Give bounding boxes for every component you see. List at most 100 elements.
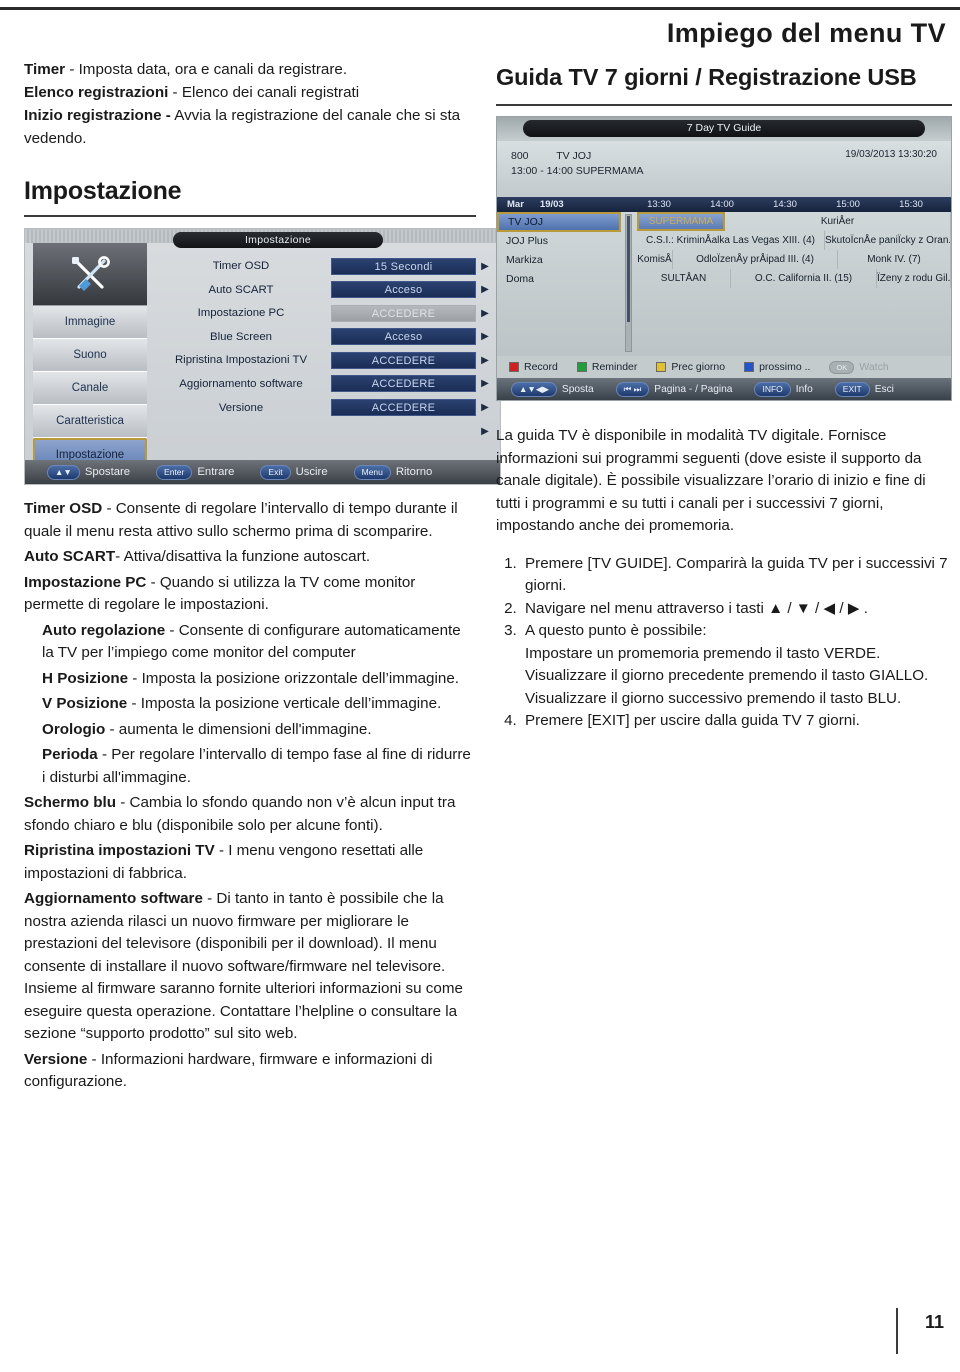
osd-setting-value[interactable]: ACCEDERE <box>331 399 476 417</box>
intro-item: Timer - Imposta data, ora e canali da re… <box>24 58 476 81</box>
osd-hint-label: Ritorno <box>395 466 433 478</box>
osd-title-bar: Impostazione <box>173 232 383 248</box>
epg-program-cell[interactable]: O.C. California II. (15) <box>731 269 877 288</box>
epg-legend-label: Watch <box>859 361 889 373</box>
osd-setting-row[interactable]: Timer OSD 15 Secondi ▶ <box>151 255 494 277</box>
osd-tab-caratteristica[interactable]: Caratteristica <box>33 405 147 438</box>
body-item: H Posizione - Imposta la posizione orizz… <box>42 668 476 691</box>
epg-program-grid: SUPERMAMA KuriÅer C.S.I.: KriminÅalka Las … <box>637 212 951 356</box>
body-item: Impostazione PC - Quando si utilizza la … <box>24 572 476 617</box>
epg-legend-watch: OK Watch <box>829 360 889 374</box>
chevron-right-icon: ▶ <box>481 307 489 319</box>
remote-key-badge: INFO <box>754 381 791 397</box>
body-item-term: Auto regolazione <box>42 621 166 639</box>
osd-setting-label: Aggiornamento software <box>179 377 303 390</box>
epg-program-cell[interactable]: Monk IV. (7) <box>838 250 951 269</box>
footer-divider <box>896 1308 898 1354</box>
section-divider-right <box>496 104 952 106</box>
osd-setting-row[interactable]: Ripristina Impostazioni TV ACCEDERE ▶ <box>151 349 494 371</box>
body-item-term: V Posizione <box>42 695 128 712</box>
epg-program-cell[interactable]: KuriÅer <box>725 212 951 231</box>
body-item-term: Perioda <box>42 746 98 763</box>
epg-hint-label: Esci <box>874 383 894 395</box>
color-swatch-icon <box>656 362 667 372</box>
osd-key-hints: ▲▼ Spostare Enter Entrare Exit Uscire Menu Rito… <box>25 460 500 484</box>
body-item-desc: - Attiva/disattiva la funzione autoscart… <box>115 548 371 565</box>
body-item: Perioda - Per regolare l’intervallo di t… <box>42 744 476 789</box>
step-item: Premere [TV GUIDE]. Comparirà la guida T… <box>521 553 952 598</box>
osd-setting-row[interactable]: Impostazione PC ACCEDERE ▶ <box>151 302 494 324</box>
epg-legend-label: Record <box>524 361 558 373</box>
osd-tab-list: Immagine Suono Canale Caratteristica Imposta… <box>33 306 147 472</box>
osd-setting-row[interactable]: Auto SCART Acceso ▶ <box>151 279 494 301</box>
chevron-right-icon: ▶ <box>481 354 489 366</box>
osd-tab-suono[interactable]: Suono <box>33 339 147 372</box>
remote-key-badge: Menu <box>353 464 391 480</box>
osd-setting-row[interactable]: Aggiornamento software ACCEDERE ▶ <box>151 373 494 395</box>
osd-setting-label: Auto SCART <box>208 283 274 296</box>
body-item-term: Schermo blu <box>24 794 116 811</box>
epg-scrollbar-thumb[interactable] <box>627 216 630 323</box>
osd-tab-canale[interactable]: Canale <box>33 372 147 405</box>
epg-channel-row[interactable]: TV JOJ <box>497 212 621 232</box>
osd-setting-label: Impostazione PC <box>197 307 285 320</box>
body-item-term: Orologio <box>42 720 106 738</box>
remote-key-badge: ⏮ ⏭ <box>615 381 650 397</box>
epg-program-cell[interactable]: SULTÅAN <box>637 269 731 288</box>
chevron-right-icon: ▶ <box>481 425 489 437</box>
body-item: Aggiornamento software - Di tanto in tan… <box>24 888 476 1046</box>
right-paragraph-block: La guida TV è disponibile in modalità TV… <box>496 425 952 538</box>
body-item: Ripristina impostazioni TV - I menu veng… <box>24 840 476 885</box>
epg-channel-row[interactable]: Doma <box>497 270 621 289</box>
step-item: Premere [EXIT] per uscire dalla guida TV… <box>521 710 952 733</box>
remote-key-badge: Exit <box>260 464 291 480</box>
epg-program-cell[interactable]: SkutoÏcnÅe paniÏcky z Oran. <box>825 231 951 250</box>
body-item-term: H Posizione <box>42 669 129 687</box>
body-item-desc: - Imposta la posizione verticale dell’im… <box>127 695 442 712</box>
osd-sidebar: Immagine Suono Canale Caratteristica Imposta… <box>33 243 147 472</box>
epg-legend-precgiorno: Prec giorno <box>656 361 725 373</box>
epg-hint-sposta: ▲▼◀▶ Sposta <box>511 381 594 397</box>
epg-program-cell[interactable]: SUPERMAMA <box>637 212 725 231</box>
epg-program-cell[interactable]: ÏZeny z rodu Gil. <box>877 269 951 288</box>
osd-setting-value[interactable]: Acceso <box>331 281 476 299</box>
epg-day-label: Mar 19/03 <box>507 199 564 210</box>
remote-key-badge: Enter <box>156 464 193 480</box>
chevron-right-icon: ▶ <box>481 260 489 272</box>
body-item-term: Versione <box>24 1050 88 1068</box>
osd-empty-value <box>331 423 476 440</box>
body-item-term: Timer OSD <box>24 500 103 517</box>
osd-setting-value[interactable]: ACCEDERE <box>331 375 476 393</box>
osd-setting-value[interactable]: 15 Secondi <box>331 257 476 275</box>
body-item: Versione - Informazioni hardware, firmwa… <box>24 1049 476 1094</box>
epg-scrollbar[interactable] <box>625 214 632 352</box>
epg-key-hints: ▲▼◀▶ Sposta ⏮ ⏭ Pagina - / Pagina INFO Info EX… <box>497 378 951 400</box>
epg-channel-row[interactable]: Markiza <box>497 251 621 270</box>
color-swatch-icon <box>576 362 587 372</box>
osd-hint-label: Entrare <box>197 466 235 478</box>
step-text: Navigare nel menu attraverso i tasti ▲ /… <box>525 599 868 617</box>
osd-setting-value[interactable]: Acceso <box>331 328 476 346</box>
intro-item-term: Elenco registrazioni <box>24 84 169 101</box>
osd-setting-row[interactable]: Versione ACCEDERE ▶ <box>151 396 494 418</box>
epg-info-panel: 800 TV JOJ 13:00 - 14:00 SUPERMAMA 19/03… <box>497 141 951 196</box>
osd-hint-uscire: Exit Uscire <box>260 464 328 480</box>
osd-setting-label: Timer OSD <box>212 260 270 273</box>
step-subline: Impostare un promemoria premendo il tast… <box>525 644 881 662</box>
body-item: Schermo blu - Cambia lo sfondo quando no… <box>24 792 476 837</box>
osd-hint-spostare: ▲▼ Spostare <box>47 464 130 480</box>
chevron-right-icon: ▶ <box>481 284 489 296</box>
intro-list: Timer - Imposta data, ora e canali da re… <box>24 58 476 150</box>
epg-program-cell[interactable]: KomisÅ <box>637 250 673 269</box>
osd-tab-immagine[interactable]: Immagine <box>33 306 147 339</box>
osd-setting-value[interactable]: ACCEDERE <box>331 304 476 322</box>
osd-setting-row[interactable]: Blue Screen Acceso ▶ <box>151 326 494 348</box>
epg-datetime: 19/03/2013 13:30:20 <box>845 149 937 160</box>
epg-program-cell[interactable]: C.S.I.: KriminÅalka Las Vegas XIII. (4) <box>637 231 825 250</box>
epg-program-cell[interactable]: OdloÏzenÅy prÅipad III. (4) <box>673 250 838 269</box>
epg-channel-row[interactable]: JOJ Plus <box>497 232 621 251</box>
document-page: Impiego del menu TV Timer - Imposta data… <box>0 0 960 1372</box>
osd-setting-value[interactable]: ACCEDERE <box>331 351 476 369</box>
body-item-desc: - Di tanto in tanto è possibile che la n… <box>24 890 463 1042</box>
epg-program-line: 13:00 - 14:00 SUPERMAMA <box>511 165 644 177</box>
